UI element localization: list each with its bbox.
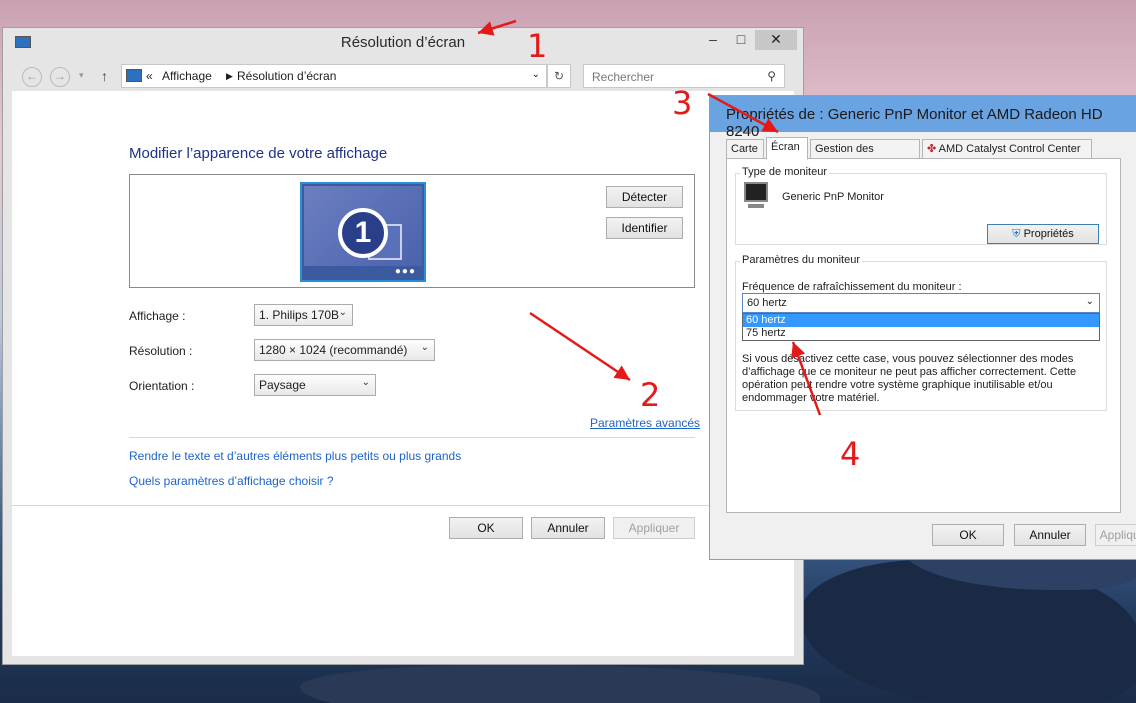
arrow-4 xyxy=(791,341,822,416)
refresh-rate-list: 60 hertz 75 hertz xyxy=(742,313,1100,341)
annotation-arrows xyxy=(477,19,822,416)
arrow-3 xyxy=(707,92,779,134)
arrow-1 xyxy=(477,19,517,36)
tab-ecran[interactable]: Écran xyxy=(766,137,808,160)
arrow-2 xyxy=(529,311,631,382)
refresh-option-60[interactable]: 60 hertz xyxy=(743,314,1099,327)
refresh-option-75[interactable]: 75 hertz xyxy=(743,327,1099,340)
